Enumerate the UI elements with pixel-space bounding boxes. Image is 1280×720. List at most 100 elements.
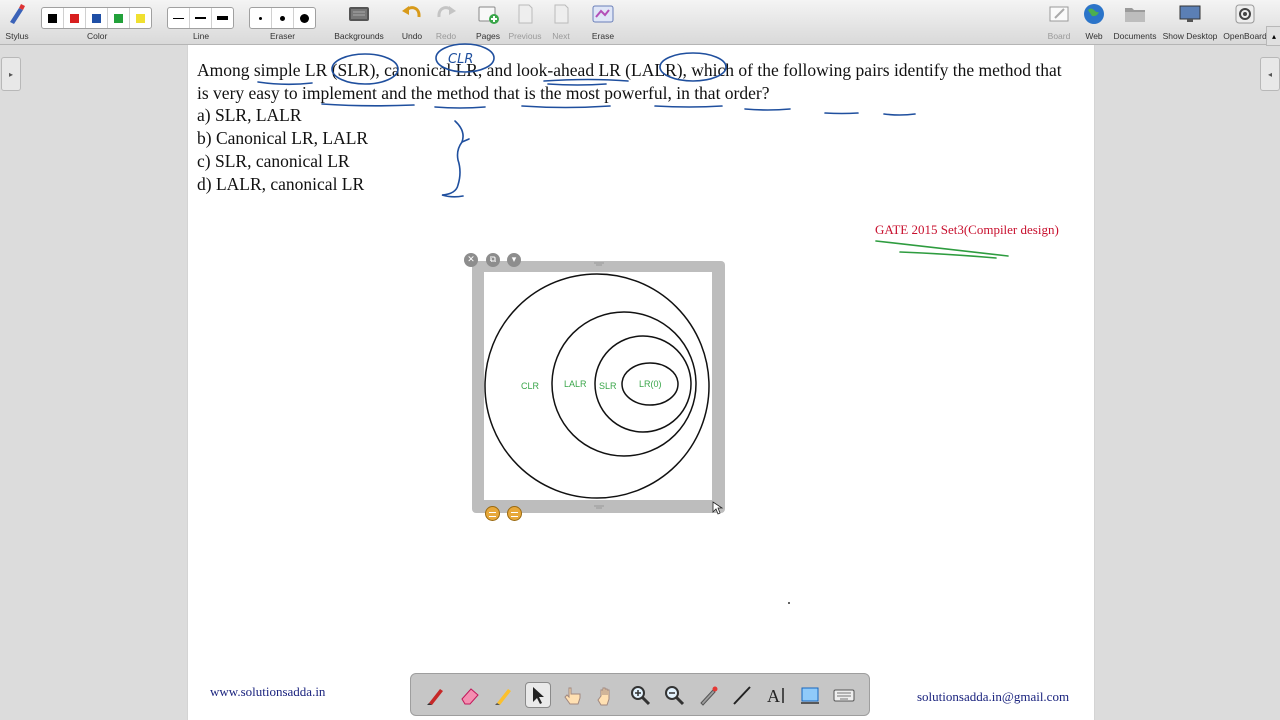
- line-thin-icon: [173, 17, 184, 19]
- close-icon: ✕: [467, 255, 475, 265]
- next-label: Next: [552, 31, 570, 41]
- color-swatch: [92, 13, 101, 23]
- right-panel-toggle[interactable]: ◂: [1260, 57, 1280, 91]
- option-d: d) LALR, canonical LR: [197, 173, 365, 194]
- keyboard-icon: [833, 689, 855, 701]
- openboard-button[interactable]: OpenBoard: [1222, 2, 1268, 41]
- previous-button[interactable]: Previous: [508, 2, 542, 41]
- widget-layer-back-button[interactable]: [485, 506, 500, 521]
- board-label: Board: [1047, 31, 1071, 41]
- footer-email: solutionsadda.in@gmail.com: [917, 689, 1070, 704]
- redo-button[interactable]: Redo: [434, 2, 458, 41]
- laser-pointer-icon: [700, 686, 718, 706]
- next-button[interactable]: Next: [548, 2, 574, 41]
- widget-close-button[interactable]: ✕: [464, 253, 478, 267]
- eraser-large[interactable]: [294, 8, 315, 28]
- documents-button[interactable]: Documents: [1112, 2, 1158, 41]
- line-label: Line: [193, 31, 210, 41]
- color-green[interactable]: [108, 8, 130, 28]
- color-swatch: [70, 13, 79, 23]
- backgrounds-icon: [349, 7, 369, 21]
- previous-label: Previous: [508, 31, 542, 41]
- stray-mark: [788, 602, 790, 604]
- widget-duplicate-button[interactable]: ⧉: [486, 253, 500, 267]
- line-width-picker[interactable]: [167, 7, 234, 29]
- widget-layer-front-button[interactable]: [507, 506, 522, 521]
- erase-button[interactable]: Erase: [590, 2, 616, 41]
- hand-tool[interactable]: [593, 682, 619, 708]
- left-panel-toggle[interactable]: ▸: [1, 57, 21, 91]
- clr-label: CLR: [521, 381, 540, 391]
- resize-top-handle[interactable]: [592, 261, 606, 267]
- redo-label: Redo: [435, 31, 457, 41]
- web-button[interactable]: Web: [1082, 2, 1106, 41]
- eraser-small[interactable]: [250, 8, 272, 28]
- pages-button[interactable]: Pages: [474, 2, 502, 41]
- color-black[interactable]: [42, 8, 64, 28]
- globe-icon: [1084, 4, 1104, 24]
- zoom-out-icon: [665, 685, 685, 705]
- monitor-icon: [1179, 5, 1201, 22]
- highlighter-icon: [495, 688, 511, 705]
- show-desktop-button[interactable]: Show Desktop: [1162, 2, 1218, 41]
- undo-button[interactable]: Undo: [400, 2, 424, 41]
- stylus-icon: [10, 4, 25, 24]
- option-a: a) SLR, LALR: [197, 105, 302, 126]
- eraser-medium-icon: [280, 15, 285, 21]
- line-medium-icon: [195, 17, 206, 19]
- widget-menu-button[interactable]: ▾: [507, 253, 521, 267]
- line-medium[interactable]: [190, 8, 212, 28]
- svg-text:A: A: [767, 686, 780, 706]
- select-tool[interactable]: [525, 681, 551, 708]
- top-toolbar: Stylus Color Line Eraser Backgrounds Und…: [0, 0, 1280, 45]
- pen-icon: [427, 688, 443, 705]
- color-blue[interactable]: [86, 8, 108, 28]
- backgrounds-button[interactable]: Backgrounds: [334, 2, 384, 41]
- capture-tool[interactable]: [797, 682, 823, 708]
- mouse-cursor-icon: [712, 501, 724, 515]
- color-yellow[interactable]: [130, 8, 151, 28]
- redo-icon: [437, 6, 456, 18]
- zoom-in-icon: [631, 685, 651, 705]
- highlighter-tool[interactable]: [491, 682, 517, 708]
- eraser-medium[interactable]: [272, 8, 294, 28]
- erase-icon: [592, 5, 614, 23]
- eraser-small-icon: [259, 16, 262, 20]
- folder-icon: [1125, 8, 1145, 22]
- eraser-tool[interactable]: [457, 682, 483, 708]
- lr0-label: LR(0): [639, 379, 662, 389]
- lr-parser-venn-diagram: CLR LALR SLR LR(0): [484, 273, 710, 499]
- color-swatch: [114, 13, 123, 23]
- option-b: b) Canonical LR, LALR: [197, 128, 369, 149]
- diagram-widget[interactable]: CLR LALR SLR LR(0) ✕ ⧉ ▾: [464, 253, 725, 521]
- stylus-button[interactable]: Stylus: [4, 2, 30, 41]
- board-button[interactable]: Board: [1046, 2, 1072, 41]
- color-picker[interactable]: [41, 7, 152, 29]
- pages-label: Pages: [475, 31, 501, 41]
- zoom-in-tool[interactable]: [627, 682, 653, 708]
- question-block: Among simple LR (SLR), canonical LR, and…: [197, 59, 1077, 195]
- openboard-label: OpenBoard: [1223, 31, 1267, 41]
- pen-tool[interactable]: [423, 682, 449, 708]
- footer-website: www.solutionsadda.in: [210, 684, 326, 699]
- keyboard-tool[interactable]: [831, 682, 857, 708]
- line-icon: [733, 685, 751, 705]
- color-red[interactable]: [64, 8, 86, 28]
- text-tool[interactable]: A: [763, 682, 789, 708]
- eraser-size-picker[interactable]: [249, 7, 316, 29]
- line-thin[interactable]: [168, 8, 190, 28]
- eraser-large-icon: [300, 13, 309, 23]
- clr-circle: [484, 273, 710, 499]
- line-tool[interactable]: [729, 682, 755, 708]
- collapse-toolbar-button[interactable]: ▴: [1266, 26, 1280, 46]
- show-desktop-label: Show Desktop: [1162, 31, 1218, 41]
- duplicate-icon: ⧉: [489, 255, 497, 265]
- screen-capture-icon: [801, 687, 819, 704]
- line-thick[interactable]: [212, 8, 233, 28]
- zoom-out-tool[interactable]: [661, 682, 687, 708]
- interact-tool[interactable]: [559, 682, 585, 708]
- arrow-cursor-icon: [533, 686, 544, 704]
- documents-label: Documents: [1113, 31, 1157, 41]
- resize-bottom-handle[interactable]: [592, 504, 606, 510]
- laser-pointer-tool[interactable]: [695, 682, 721, 708]
